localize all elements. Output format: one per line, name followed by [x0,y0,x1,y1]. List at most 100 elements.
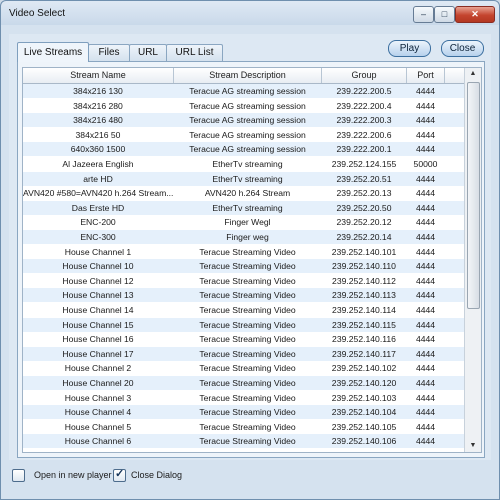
cell-group: 239.252.140.120 [331,378,397,388]
cell-stream-description: Teracue Streaming Video [199,275,296,286]
table-row[interactable]: AVN420 #580=AVN420 h.264 Stream... AVN420… [23,186,464,201]
table-row[interactable]: arte HD EtherTv streaming 239.252.20.51 444… [23,171,464,186]
cell-stream-name: 384x216 280 [73,100,123,111]
play-button[interactable]: Play [388,40,431,57]
cell-stream-name: Das Erste HD [71,202,125,213]
cell-port: 4444 [415,348,436,359]
cell-port: 4444 [415,86,436,96]
tab-url[interactable]: URL [129,44,167,61]
cell-stream-name: AVN420 #580=AVN420 h.264 Stream... [23,188,173,199]
cell-group: 239.222.200.5 [336,86,392,96]
cell-port: 4444 [415,290,436,301]
table-row[interactable]: House Channel 5 Teracue Streaming Video 23… [23,419,464,434]
window-close-button[interactable]: ✕ [455,6,495,23]
cell-stream-description: Teracue AG streaming session [189,129,306,140]
close-button[interactable]: Close [441,40,484,57]
tab-url-list[interactable]: URL List [166,44,223,61]
scroll-down-arrow-icon[interactable]: ▼ [465,440,481,452]
cell-stream-name: House Channel 2 [64,363,132,374]
table-row[interactable]: House Channel 1 Teracue Streaming Video 23… [23,244,464,259]
column-header-group[interactable]: Group [322,68,407,83]
cell-group: 239.252.140.115 [332,319,396,330]
cell-stream-description: Teracue Streaming Video [199,290,296,301]
cell-stream-description: Teracue AG streaming session [189,86,306,96]
table-row[interactable]: House Channel 17 Teracue Streaming Video 2… [23,346,464,361]
cell-port: 4444 [415,275,436,286]
cell-stream-name: House Channel 17 [62,348,134,359]
cell-stream-description: Teracue Streaming Video [199,407,296,418]
cell-stream-description: Teracue Streaming Video [199,261,296,272]
scroll-up-arrow-icon[interactable]: ▲ [465,68,481,80]
table-row[interactable]: ENC-200 Finger Wegl 239.252.20.12 4444 [23,215,464,230]
cell-group: 239.252.140.112 [332,275,396,286]
cell-port: 4444 [415,392,436,403]
cell-port: 4444 [415,261,436,272]
title-bar[interactable]: Video Select – □ ✕ [1,1,499,27]
cell-port: 4444 [415,363,436,374]
cell-stream-description: EtherTv streaming [212,202,283,213]
table-row[interactable]: 384x216 480 Teracue AG streaming session 2… [23,113,464,128]
cell-group: 239.252.140.104 [331,407,397,418]
open-in-new-player-checkbox[interactable] [12,469,25,482]
dialog-body: Live Streams Files URL URL List Play Clo… [9,34,491,460]
table-row[interactable]: 384x216 50 Teracue AG streaming session 23… [23,127,464,142]
maximize-button[interactable]: □ [434,6,455,23]
table-row[interactable]: House Channel 10 Teracue Streaming Video 2… [23,259,464,274]
table-row[interactable]: House Channel 4 Teracue Streaming Video 23… [23,405,464,420]
cell-port: 4444 [415,232,436,242]
table-row[interactable]: House Channel 3 Teracue Streaming Video 23… [23,390,464,405]
vertical-scrollbar[interactable]: ▲ ▼ [464,68,481,452]
table-row[interactable]: House Channel 2 Teracue Streaming Video 23… [23,361,464,376]
cell-port: 4444 [415,305,436,315]
cell-stream-name: House Channel 16 [62,334,134,345]
table-row[interactable]: House Channel 6 Teracue Streaming Video 23… [23,434,464,449]
minimize-button[interactable]: – [413,6,434,23]
table-row[interactable]: Das Erste HD EtherTv streaming 239.252.20.… [23,200,464,215]
cell-group: 239.252.140.113 [332,290,396,301]
tab-live-streams[interactable]: Live Streams [17,42,89,62]
table-row[interactable]: Al Jazeera English EtherTv streaming 239.2… [23,157,464,171]
cell-stream-description: Teracue Streaming Video [199,421,296,432]
cell-stream-name: House Channel 3 [64,392,132,403]
cell-port: 4444 [415,319,436,330]
cell-stream-description: Finger weg [226,232,269,242]
cell-port: 4444 [415,407,436,418]
cell-stream-name: ENC-200 [80,217,116,228]
cell-stream-name: House Channel 6 [64,436,132,447]
cell-group: 239.252.140.101 [331,246,397,257]
column-header-port[interactable]: Port [407,68,445,83]
cell-port: 4444 [415,115,436,126]
cell-port: 4444 [415,202,436,213]
table-row[interactable]: 384x216 130 Teracue AG streaming session 2… [23,84,464,98]
table-row[interactable]: House Channel 16 Teracue Streaming Video 2… [23,332,464,347]
cell-port: 4444 [415,421,436,432]
cell-port: 4444 [415,100,436,111]
scrollbar-thumb[interactable] [467,82,480,309]
table-row[interactable]: House Channel 15 Teracue Streaming Video 2… [23,317,464,332]
cell-stream-description: Teracue Streaming Video [199,378,296,388]
cell-stream-description: EtherTv streaming [212,159,283,169]
table-row[interactable]: 384x216 280 Teracue AG streaming session 2… [23,98,464,113]
cell-group: 239.252.20.13 [336,188,392,199]
cell-stream-name: House Channel 10 [62,261,134,272]
close-dialog-checkbox[interactable]: ✓ [113,468,126,482]
column-header-stream-description[interactable]: Stream Description [174,68,322,83]
cell-stream-description: Teracue Streaming Video [199,348,296,359]
table-row[interactable]: House Channel 20 Teracue Streaming Video 2… [23,376,464,390]
cell-stream-name: House Channel 12 [62,275,134,286]
streams-table: Stream Name Stream Description Group Por… [22,67,482,453]
cell-stream-description: Finger Wegl [224,217,271,228]
cell-group: 239.252.140.114 [332,305,396,315]
cell-group: 239.222.200.6 [336,129,392,140]
table-row[interactable]: 640x360 1500 Teracue AG streaming session… [23,142,464,157]
table-row[interactable]: House Channel 13 Teracue Streaming Video 2… [23,288,464,303]
table-row[interactable]: ENC-300 Finger weg 239.252.20.14 4444 [23,230,464,244]
cell-stream-name: 384x216 50 [75,129,121,140]
cell-group: 239.252.20.51 [336,173,392,184]
tab-files[interactable]: Files [88,44,130,61]
cell-stream-name: House Channel 13 [62,290,134,301]
table-row[interactable]: House Channel 12 Teracue Streaming Video 2… [23,273,464,288]
table-row[interactable]: House Channel 14 Teracue Streaming Video 2… [23,303,464,317]
dialog-footer: Open in new player ✓ Close Dialog [1,460,499,499]
column-header-stream-name[interactable]: Stream Name [23,68,174,83]
